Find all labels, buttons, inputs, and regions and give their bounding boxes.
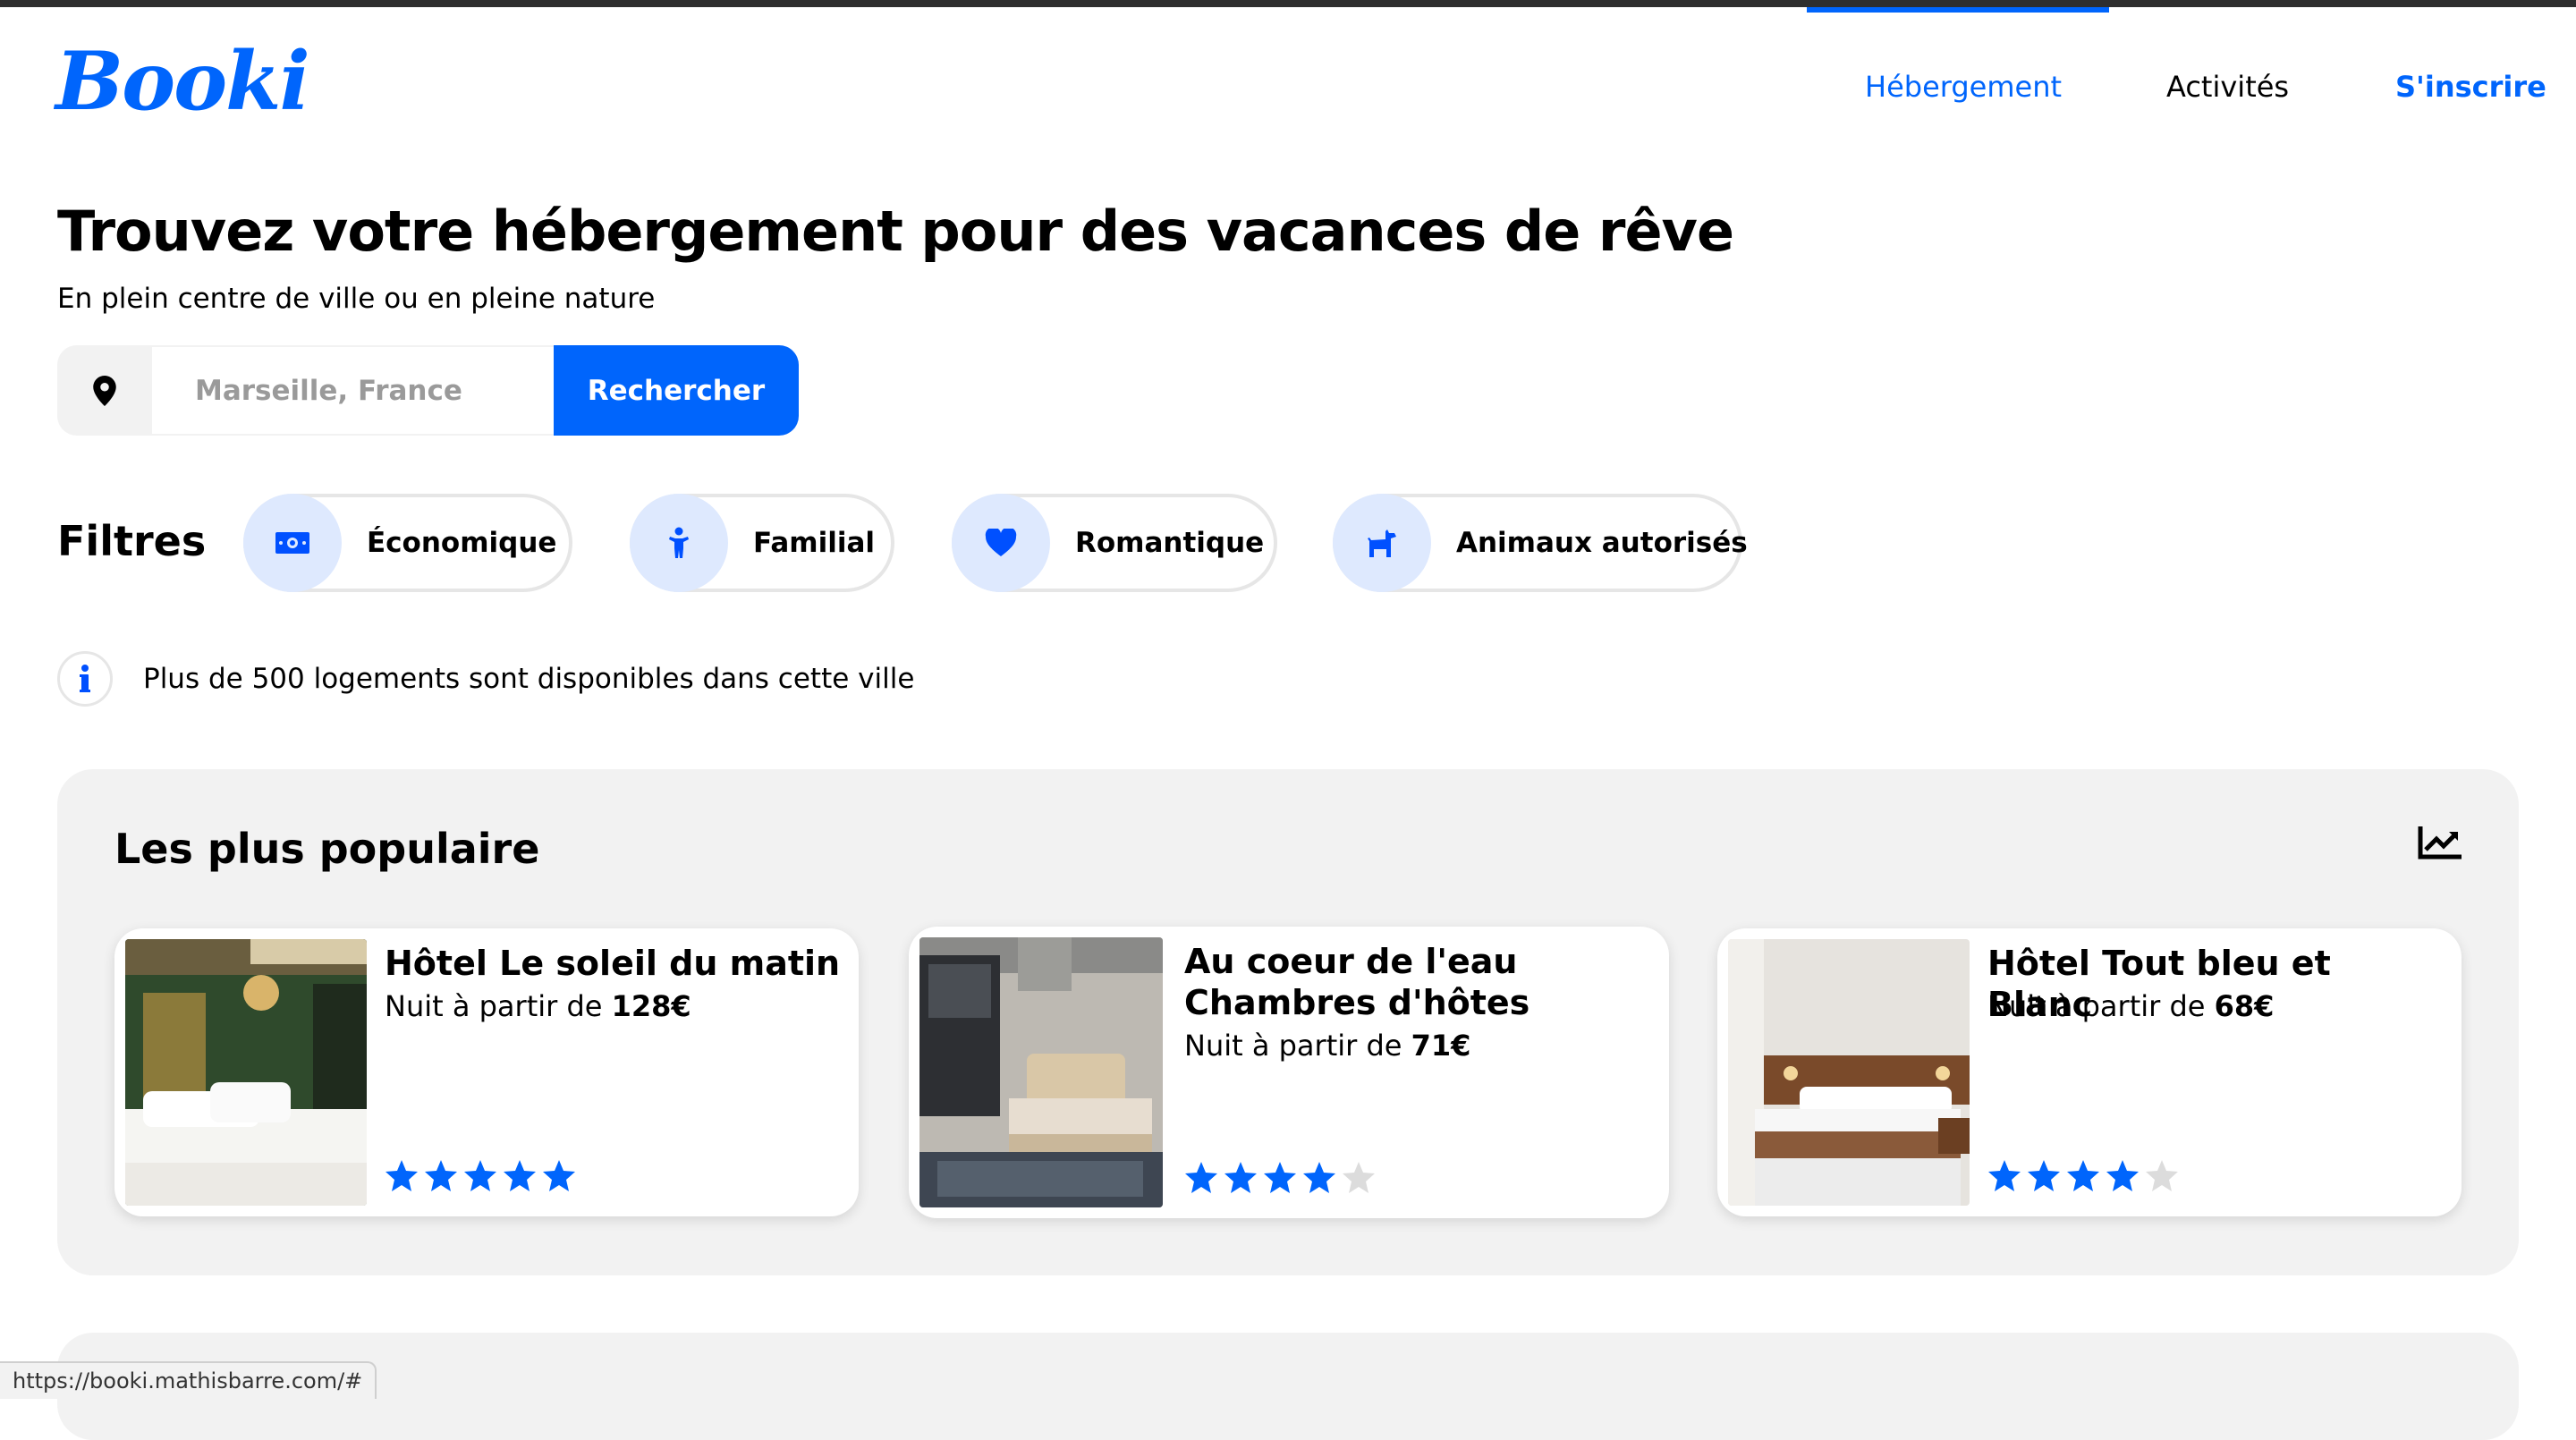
location-pin-icon bbox=[57, 345, 152, 436]
star-filled-icon bbox=[504, 1160, 536, 1191]
star-filled-icon bbox=[2028, 1160, 2060, 1191]
nav-sinscrire[interactable]: S'inscrire bbox=[2395, 70, 2546, 104]
hotel-card[interactable]: Hôtel Le soleil du matin Nuit à partir d… bbox=[114, 928, 859, 1216]
filter-chip-label: Économique bbox=[367, 527, 557, 559]
heart-icon bbox=[952, 494, 1050, 592]
nav-hebergement[interactable]: Hébergement bbox=[1865, 70, 2062, 104]
filter-chip-familial[interactable]: Familial bbox=[630, 494, 894, 592]
star-empty-icon bbox=[2146, 1160, 2178, 1191]
hotel-price: Nuit à partir de 128€ bbox=[385, 989, 691, 1023]
star-empty-icon bbox=[1343, 1162, 1375, 1193]
star-filled-icon bbox=[1264, 1162, 1296, 1193]
star-filled-icon bbox=[1303, 1162, 1335, 1193]
page-subtitle: En plein centre de ville ou en pleine na… bbox=[57, 283, 656, 315]
popular-section: Les plus populaire Hôtel Le soleil du ma… bbox=[57, 769, 2519, 1275]
filter-chip-label: Romantique bbox=[1075, 527, 1265, 559]
trending-chart-icon bbox=[2417, 825, 2463, 864]
info-text: Plus de 500 logements sont disponibles d… bbox=[143, 663, 915, 695]
nav-active-indicator bbox=[1807, 7, 2109, 13]
star-filled-icon bbox=[1988, 1160, 2021, 1191]
page-title: Trouvez votre hébergement pour des vacan… bbox=[57, 199, 1734, 264]
filter-chip-label: Animaux autorisés bbox=[1456, 527, 1748, 559]
search-input[interactable] bbox=[152, 345, 610, 436]
hotel-photo bbox=[125, 939, 367, 1206]
filter-chip-animaux-autorises[interactable]: Animaux autorisés bbox=[1333, 494, 1748, 592]
filter-chip-romantique[interactable]: Romantique bbox=[952, 494, 1277, 592]
site-header: Booki Hébergement Activités S'inscrire bbox=[0, 7, 2576, 168]
rating-stars bbox=[1184, 1161, 1376, 1195]
star-filled-icon bbox=[425, 1160, 457, 1191]
info-icon bbox=[57, 651, 113, 707]
popular-section-title: Les plus populaire bbox=[114, 825, 540, 873]
search-button[interactable]: Rechercher bbox=[554, 345, 799, 436]
hotel-name: Hôtel Le soleil du matin bbox=[385, 944, 841, 983]
hotel-photo bbox=[1728, 939, 1970, 1206]
nav-activites[interactable]: Activités bbox=[2166, 70, 2289, 104]
booki-logo[interactable]: Booki bbox=[55, 34, 310, 129]
status-bar-url: https://booki.mathisbarre.com/# bbox=[0, 1361, 377, 1399]
hotel-price: Nuit à partir de 68€ bbox=[1987, 989, 2275, 1023]
star-filled-icon bbox=[464, 1160, 496, 1191]
filter-chip-economique[interactable]: Économique bbox=[243, 494, 572, 592]
browser-top-strip bbox=[0, 0, 2576, 7]
money-icon bbox=[243, 494, 342, 592]
hotel-photo bbox=[919, 937, 1163, 1207]
star-filled-icon bbox=[1224, 1162, 1257, 1193]
star-filled-icon bbox=[386, 1160, 418, 1191]
search-bar: Rechercher bbox=[57, 345, 799, 436]
next-section bbox=[57, 1333, 2519, 1440]
hotel-card[interactable]: Au coeur de l'eau Chambres d'hôtes Nuit … bbox=[909, 927, 1669, 1218]
child-icon bbox=[630, 494, 728, 592]
rating-stars bbox=[1987, 1159, 2179, 1193]
filter-chip-label: Familial bbox=[753, 527, 876, 559]
star-filled-icon bbox=[2067, 1160, 2099, 1191]
hotel-price: Nuit à partir de 71€ bbox=[1184, 1029, 1471, 1063]
star-filled-icon bbox=[543, 1160, 575, 1191]
filters-label: Filtres bbox=[57, 517, 207, 565]
star-filled-icon bbox=[2106, 1160, 2139, 1191]
hotel-name: Au coeur de l'eau Chambres d'hôtes bbox=[1184, 942, 1530, 1022]
dog-icon bbox=[1333, 494, 1431, 592]
rating-stars bbox=[385, 1159, 576, 1193]
star-filled-icon bbox=[1185, 1162, 1217, 1193]
hotel-card[interactable]: Hôtel Tout bleu et Blanc Nuit à partir d… bbox=[1717, 928, 2462, 1216]
info-banner: Plus de 500 logements sont disponibles d… bbox=[57, 651, 914, 707]
